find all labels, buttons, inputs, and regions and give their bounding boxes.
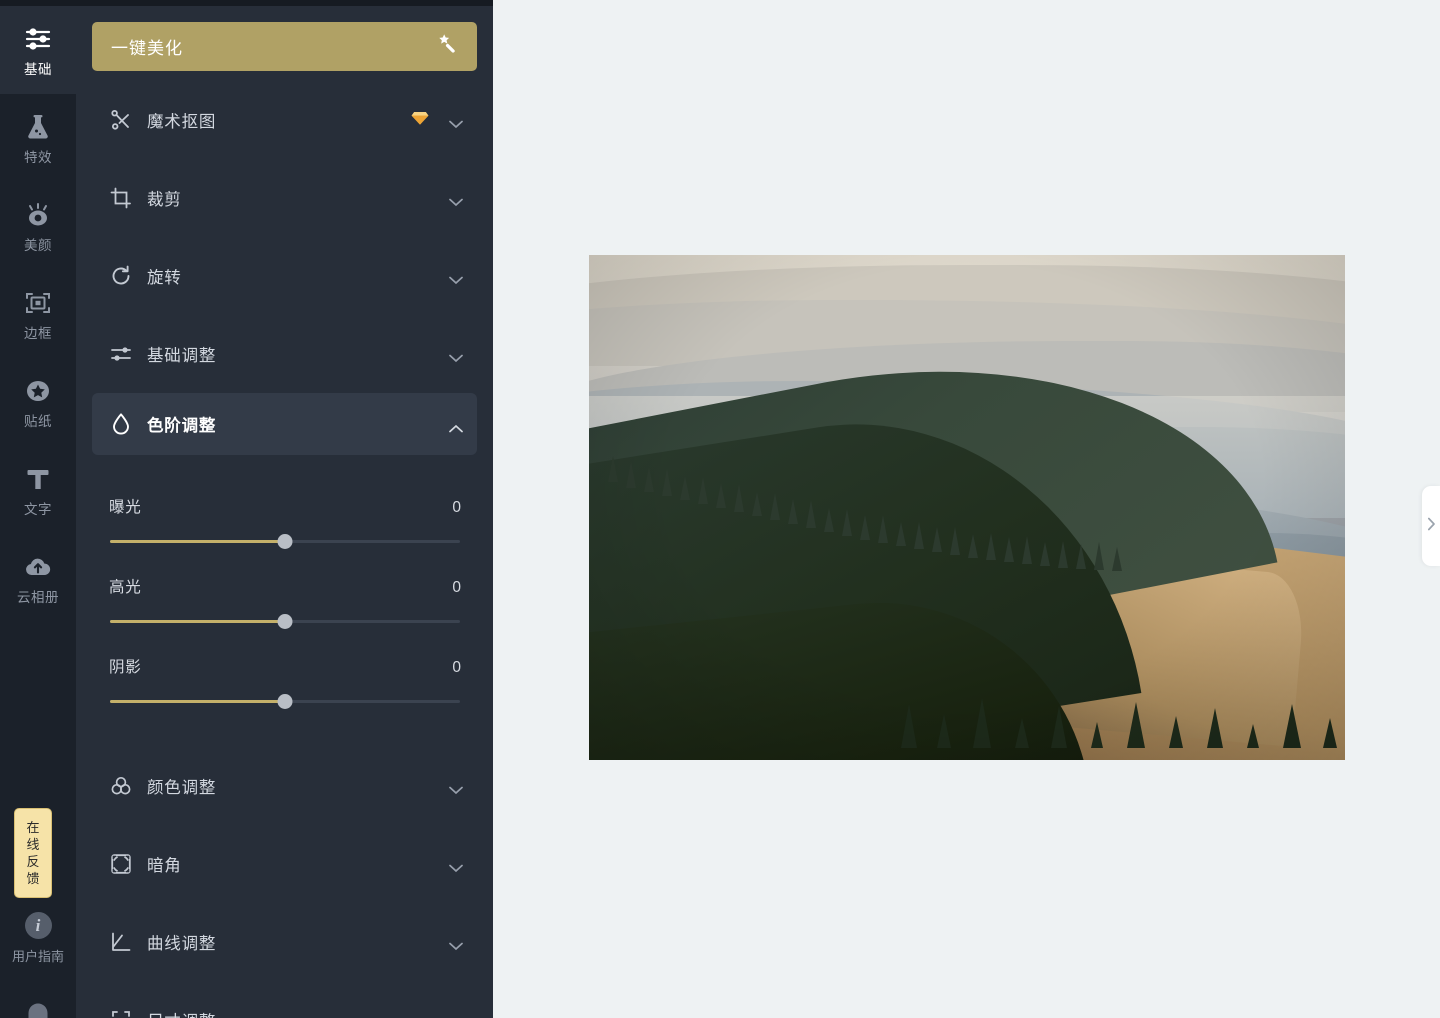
menu-label-magic-cutout: 魔术抠图	[147, 113, 217, 131]
crop-icon	[109, 186, 133, 210]
slider-thumb-shadows[interactable]	[277, 694, 293, 709]
menu-row-color-adjust[interactable]: 颜色调整	[92, 747, 477, 825]
slider-label-highlights: 高光	[109, 579, 142, 596]
photo-vignette-overlay	[589, 255, 1345, 760]
tool-panel: 一键美化 魔术抠图 裁剪 旋转 基础调整 色阶调整 曝光 0 高光 0 阴影 0…	[76, 0, 493, 1018]
image-editor-app: 基础 特效 美颜 边框 贴纸 文字 云相册 在 线 反 馈 i 用户指南 一键美…	[0, 0, 1440, 1018]
scissors-icon	[109, 108, 133, 132]
one-click-beautify-label: 一键美化	[111, 39, 183, 58]
menu-row-curves[interactable]: 曲线调整	[92, 903, 477, 981]
flask-icon	[23, 112, 53, 142]
rail-item-beauty[interactable]: 美颜	[0, 182, 76, 270]
chevron-down-icon[interactable]	[449, 116, 463, 128]
user-guide-label: 用户指南	[11, 949, 64, 964]
tool-menu-list: 魔术抠图 裁剪 旋转 基础调整 色阶调整 曝光 0 高光 0 阴影 0 颜色调整…	[76, 81, 493, 1018]
chevron-down-icon[interactable]	[449, 938, 463, 950]
slider-track-highlights[interactable]	[110, 611, 460, 633]
rotate-icon	[109, 264, 133, 288]
menu-label-crop: 裁剪	[147, 191, 182, 209]
text-t-icon	[23, 464, 53, 494]
vip-diamond-icon	[411, 110, 429, 131]
slider-value-highlights: 0	[452, 579, 461, 596]
slider-value-exposure: 0	[452, 499, 461, 516]
slider-track-fill	[110, 620, 285, 623]
sticker-star-icon	[23, 376, 53, 406]
rail-label-cloud-album: 云相册	[17, 589, 59, 605]
color-rings-icon	[109, 774, 133, 798]
slider-track-shadows[interactable]	[110, 691, 460, 713]
left-tool-rail: 基础 特效 美颜 边框 贴纸 文字 云相册 在 线 反 馈 i 用户指南	[0, 0, 76, 1018]
one-click-beautify-button[interactable]: 一键美化	[92, 22, 477, 71]
rail-item-sticker[interactable]: 贴纸	[0, 358, 76, 446]
rail-label-frame: 边框	[24, 325, 52, 341]
window-top-strip	[0, 0, 493, 6]
slider-label-shadows: 阴影	[109, 659, 142, 676]
slider-shadows: 阴影 0	[92, 655, 477, 713]
chevron-down-icon[interactable]	[449, 194, 463, 206]
menu-label-basic-adjust: 基础调整	[147, 347, 217, 365]
editor-canvas	[493, 0, 1440, 1018]
menu-row-rotate[interactable]: 旋转	[92, 237, 477, 315]
info-icon: i	[24, 912, 52, 939]
slider-track-fill	[110, 700, 285, 703]
menu-label-vignette: 暗角	[147, 857, 182, 875]
curve-icon	[109, 930, 133, 954]
slider-track-fill	[110, 540, 285, 543]
menu-label-curves: 曲线调整	[147, 935, 217, 953]
slider-exposure: 曝光 0	[92, 495, 477, 553]
slider-thumb-highlights[interactable]	[277, 614, 293, 629]
chevron-down-icon[interactable]	[449, 350, 463, 362]
rail-item-frame[interactable]: 边框	[0, 270, 76, 358]
chevron-right-icon	[1427, 517, 1436, 536]
feedback-char-4: 馈	[26, 871, 40, 886]
right-panel-expand-handle[interactable]	[1422, 486, 1440, 566]
rail-label-effects: 特效	[24, 149, 52, 165]
feedback-char-2: 线	[26, 837, 40, 852]
vignette-icon	[109, 852, 133, 876]
rail-label-beauty: 美颜	[24, 237, 52, 253]
magic-wand-icon	[437, 32, 461, 61]
levels-slider-group: 曝光 0 高光 0 阴影 0	[76, 495, 493, 713]
rail-label-text: 文字	[24, 501, 52, 517]
rail-label-sticker: 贴纸	[24, 413, 52, 429]
slider-value-shadows: 0	[452, 659, 461, 676]
user-guide-button[interactable]: i 用户指南	[0, 912, 76, 965]
adjust-icon	[109, 342, 133, 366]
resize-icon	[109, 1008, 133, 1018]
menu-row-resize[interactable]: 尺寸调整	[92, 981, 477, 1018]
menu-row-vignette[interactable]: 暗角	[92, 825, 477, 903]
menu-label-levels-adjust: 色阶调整	[147, 417, 217, 435]
rail-item-cloud-album[interactable]: 云相册	[0, 534, 76, 622]
slider-label-exposure: 曝光	[109, 499, 142, 516]
rail-item-effects[interactable]: 特效	[0, 94, 76, 182]
menu-label-rotate: 旋转	[147, 269, 182, 287]
feedback-char-3: 反	[26, 854, 40, 869]
slider-highlights: 高光 0	[92, 575, 477, 633]
sliders-icon	[23, 24, 53, 54]
photo-canvas-image[interactable]	[589, 255, 1345, 760]
menu-row-crop[interactable]: 裁剪	[92, 159, 477, 237]
chevron-down-icon[interactable]	[449, 272, 463, 284]
menu-row-basic-adjust[interactable]: 基础调整	[92, 315, 477, 393]
online-feedback-button[interactable]: 在 线 反 馈	[14, 808, 52, 898]
menu-label-resize: 尺寸调整	[147, 1008, 449, 1018]
slider-thumb-exposure[interactable]	[277, 534, 293, 549]
rail-settings-partial[interactable]	[0, 1000, 76, 1018]
chevron-down-icon[interactable]	[449, 860, 463, 872]
slider-track-exposure[interactable]	[110, 531, 460, 553]
cloud-upload-icon	[23, 552, 53, 582]
droplet-icon	[109, 412, 133, 436]
eye-icon	[23, 200, 53, 230]
menu-row-levels-adjust[interactable]: 色阶调整	[92, 393, 477, 455]
rail-label-basic: 基础	[24, 61, 52, 77]
frame-icon	[23, 288, 53, 318]
feedback-char-1: 在	[26, 820, 40, 835]
chevron-up-icon[interactable]	[449, 420, 463, 432]
chevron-down-icon[interactable]	[449, 782, 463, 794]
rail-item-basic[interactable]: 基础	[0, 6, 76, 94]
mountain-photo	[589, 255, 1345, 760]
menu-label-color-adjust: 颜色调整	[147, 779, 217, 797]
rail-item-text[interactable]: 文字	[0, 446, 76, 534]
menu-row-magic-cutout[interactable]: 魔术抠图	[92, 81, 477, 159]
